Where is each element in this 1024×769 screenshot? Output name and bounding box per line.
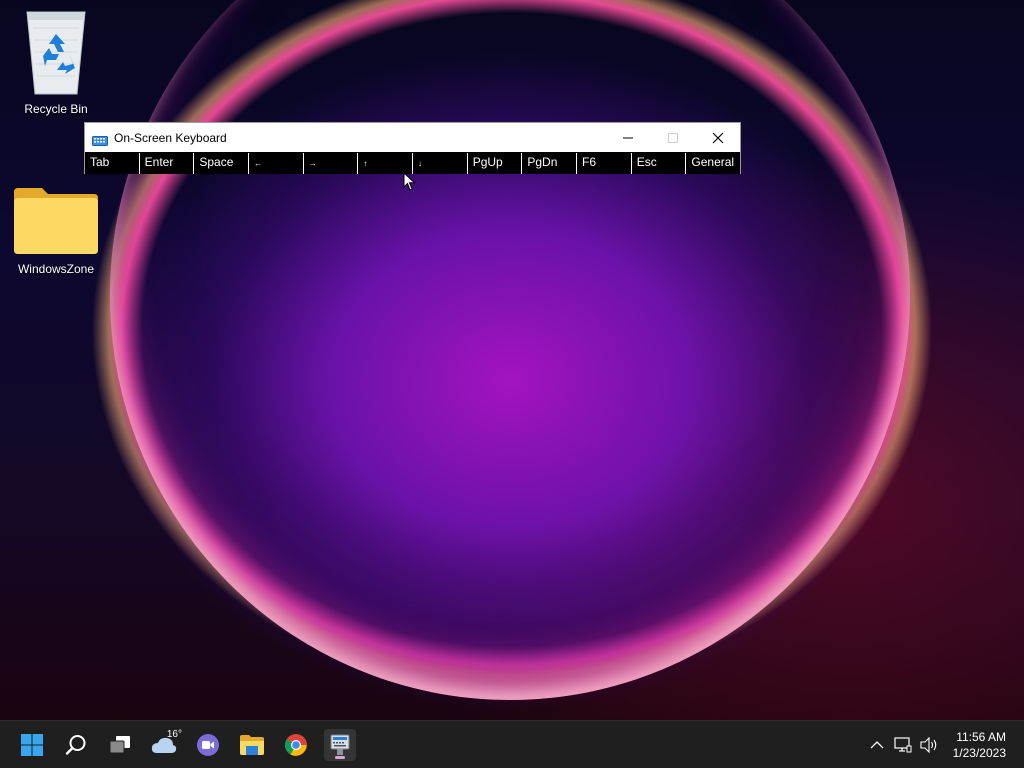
minimize-button[interactable] (605, 123, 650, 152)
keys-row: Tab Enter Space ← → ↑ ↓ PgUp PgDn F6 Esc… (85, 152, 741, 174)
chevron-up-icon[interactable] (865, 733, 889, 757)
taskbar-clock[interactable]: 11:56 AM 1/23/2023 (953, 729, 1006, 761)
teams-chat-icon[interactable] (192, 729, 224, 761)
key-up-arrow[interactable]: ↑ (358, 153, 414, 174)
on-screen-keyboard-icon (330, 734, 350, 755)
window-title: On-Screen Keyboard (114, 130, 227, 145)
desktop-icon-label: WindowsZone (17, 262, 95, 276)
close-icon (712, 132, 723, 143)
key-general[interactable]: General (686, 153, 741, 174)
maximize-button[interactable] (650, 123, 695, 152)
maximize-icon (667, 132, 678, 143)
key-pgdn[interactable]: PgDn (522, 153, 578, 174)
minimize-icon (622, 137, 633, 138)
desktop-icon-label: Recycle Bin (24, 102, 88, 116)
clock-date: 1/23/2023 (952, 746, 1006, 760)
windows-start-icon[interactable] (16, 729, 48, 761)
key-tab[interactable]: Tab (85, 153, 140, 174)
search-icon[interactable] (60, 729, 92, 761)
chrome-icon[interactable] (280, 729, 312, 761)
key-f6[interactable]: F6 (577, 153, 632, 174)
key-down-arrow[interactable]: ↓ (413, 153, 468, 174)
active-app-indicator (335, 756, 345, 759)
folder-icon (14, 186, 98, 258)
weather-temperature: 16° (166, 729, 182, 740)
recycle-bin-icon (19, 8, 93, 98)
network-icon[interactable] (891, 733, 915, 757)
key-enter[interactable]: Enter (139, 153, 195, 174)
taskbar: 16° 11:56 AM 1/23/2023 (0, 720, 1024, 768)
window-titlebar[interactable]: On-Screen Keyboard (85, 123, 740, 152)
window-controls (605, 123, 740, 152)
key-left-arrow[interactable]: ← (249, 153, 304, 174)
wallpaper-glow (110, 0, 910, 700)
task-view-icon[interactable] (104, 729, 136, 761)
clock-time: 11:56 AM (956, 730, 1006, 744)
system-tray: 11:56 AM 1/23/2023 (865, 721, 1024, 769)
on-screen-keyboard-taskbar-icon[interactable] (324, 729, 356, 761)
volume-icon[interactable] (917, 733, 941, 757)
on-screen-keyboard-window: On-Screen Keyboard Tab Enter Space ← → ↑… (84, 122, 741, 174)
key-esc[interactable]: Esc (631, 153, 687, 174)
key-space[interactable]: Space (194, 153, 250, 174)
key-right-arrow[interactable]: → (303, 153, 359, 174)
desktop-icon-recycle-bin[interactable]: Recycle Bin (14, 8, 98, 116)
key-pgup[interactable]: PgUp (467, 153, 523, 174)
desktop-icon-windowszone[interactable]: WindowsZone (14, 186, 98, 276)
desktop: Recycle Bin WindowsZone (0, 0, 1024, 720)
file-explorer-icon[interactable] (236, 729, 268, 761)
weather-icon[interactable]: 16° (148, 729, 182, 761)
close-button[interactable] (695, 123, 740, 152)
keyboard-icon (92, 133, 108, 146)
mouse-cursor-icon (403, 171, 417, 192)
